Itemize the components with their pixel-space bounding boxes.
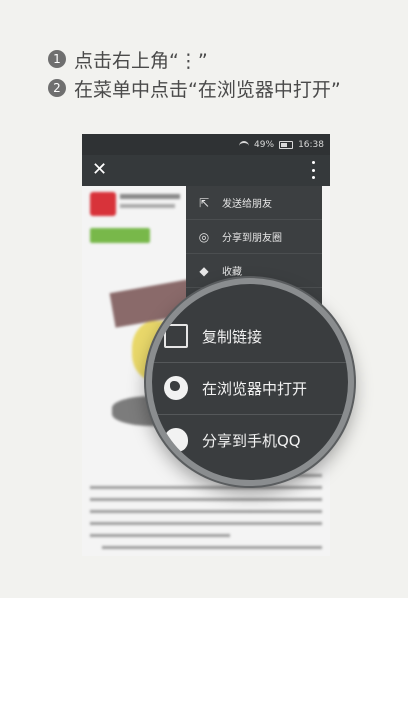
more-options-icon[interactable] [312, 161, 316, 179]
guide-panel: 1 点击右上角“⋮” 2 在菜单中点击“在浏览器中打开” 49% 16:38 ✕ [0, 0, 408, 598]
globe-icon [164, 376, 188, 400]
text-line [90, 510, 322, 513]
text-line [90, 498, 322, 501]
text-line [90, 522, 322, 525]
close-icon[interactable]: ✕ [92, 159, 107, 181]
menu-item-label: 发送给朋友 [222, 199, 272, 210]
step-1-text: 点击右上角“⋮” [74, 49, 208, 72]
account-desc-blurred [120, 204, 175, 208]
menu-item-label: 分享到手机QQ [202, 431, 301, 450]
menu-item-copy-link[interactable]: 复制链接 [152, 310, 348, 362]
cube-icon: ◆ [199, 263, 209, 278]
document-icon [164, 324, 188, 348]
account-logo [90, 192, 116, 216]
menu-item-label: 在浏览器中打开 [202, 379, 308, 398]
account-name-blurred [120, 194, 180, 199]
instruction-step-2: 2 在菜单中点击“在浏览器中打开” [48, 75, 341, 101]
menu-item-send-to-friend[interactable]: ⇱ 发送给朋友 [186, 186, 322, 220]
status-time: 16:38 [298, 139, 324, 150]
menu-item-label: 复制链接 [202, 327, 263, 346]
moments-icon: ◎ [198, 229, 210, 244]
wifi-icon [239, 140, 250, 149]
instruction-step-1: 1 点击右上角“⋮” [48, 46, 208, 72]
battery-percent: 49% [254, 139, 275, 150]
menu-item-label: 分享到朋友圈 [222, 233, 282, 244]
step-number-1: 1 [48, 50, 66, 68]
menu-item-share-to-qq[interactable]: 分享到手机QQ [152, 414, 348, 466]
blank-footer [0, 598, 408, 710]
step-number-2: 2 [48, 79, 66, 97]
follow-button[interactable] [90, 228, 150, 243]
magnifier-lens: 复制链接 在浏览器中打开 分享到手机QQ [146, 278, 354, 486]
share-icon: ⇱ [198, 195, 210, 210]
text-line [102, 546, 322, 549]
title-bar: ✕ [82, 155, 330, 186]
menu-item-open-in-browser[interactable]: 在浏览器中打开 [152, 362, 348, 414]
text-line [90, 486, 322, 489]
step-2-text: 在菜单中点击“在浏览器中打开” [74, 78, 341, 101]
battery-icon [279, 140, 294, 149]
menu-item-share-moments[interactable]: ◎ 分享到朋友圈 [186, 220, 322, 254]
text-line [90, 534, 230, 537]
menu-item-label: 收藏 [222, 267, 242, 278]
status-bar: 49% 16:38 [82, 134, 330, 155]
qq-icon [164, 428, 188, 452]
